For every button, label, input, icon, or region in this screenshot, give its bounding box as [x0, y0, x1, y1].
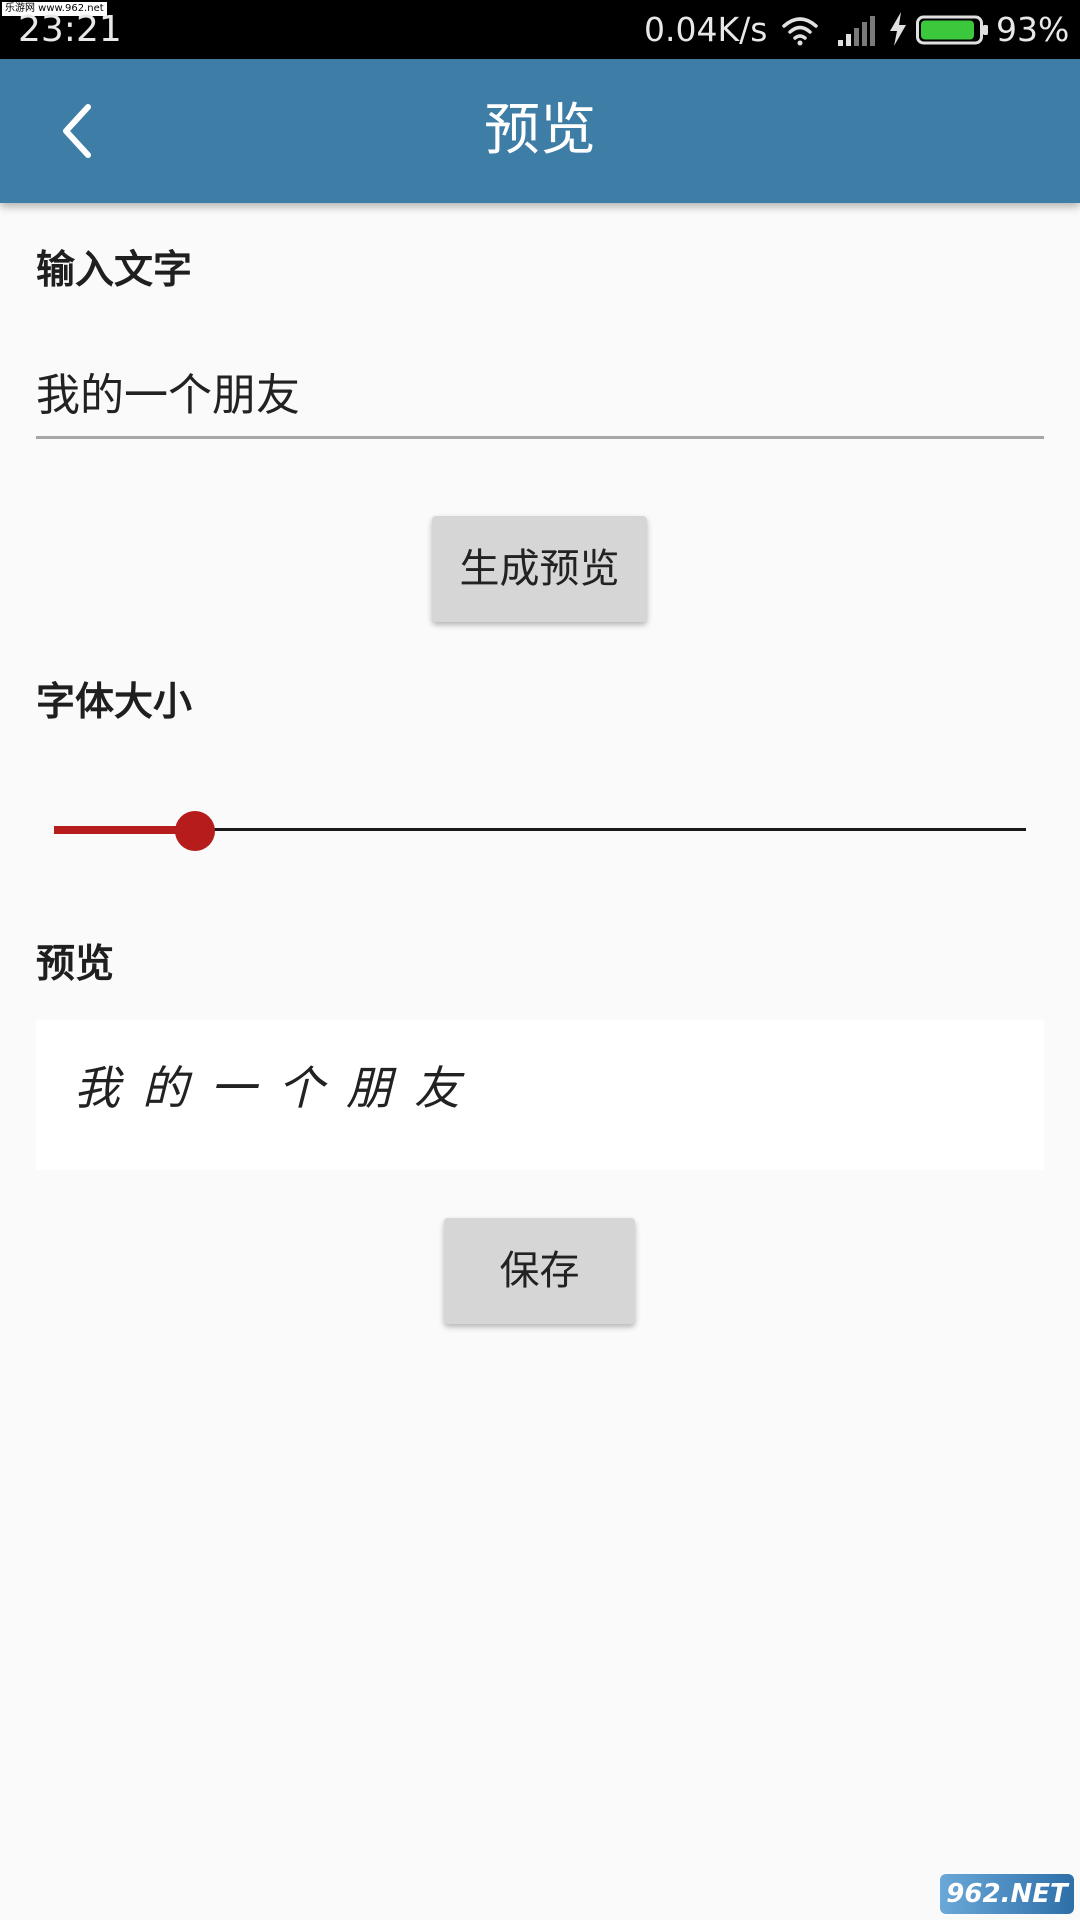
generate-preview-button[interactable]: 生成预览: [432, 516, 647, 622]
status-bar: 乐游网 www.962.net 23:21 0.04K/s 93%: [0, 0, 1080, 59]
preview-text: 我的一个朋友: [74, 1061, 482, 1115]
status-time: 23:21: [18, 9, 122, 50]
slider-fill: [54, 826, 195, 834]
back-button[interactable]: [36, 91, 116, 171]
battery-percent: 93%: [996, 10, 1070, 49]
save-button[interactable]: 保存: [444, 1218, 635, 1324]
page-title: 预览: [484, 98, 596, 163]
network-speed: 0.04K/s: [644, 10, 768, 49]
slider-thumb[interactable]: [175, 811, 215, 851]
signal-icon: [838, 16, 875, 46]
font-size-label: 字体大小: [36, 680, 193, 725]
input-label: 输入文字: [36, 248, 193, 293]
screen: 乐游网 www.962.net 23:21 0.04K/s 93% 预览 输入文…: [0, 0, 1080, 1920]
app-bar: 预览: [0, 59, 1080, 203]
font-size-slider[interactable]: [54, 802, 1026, 858]
preview-box: 我的一个朋友: [36, 1020, 1044, 1170]
watermark-logo: 962.NET 乐游网: [940, 1874, 1074, 1920]
wifi-icon: [782, 17, 818, 46]
text-input[interactable]: [36, 345, 1044, 439]
chevron-left-icon: [63, 104, 91, 158]
preview-label: 预览: [36, 942, 115, 987]
charging-icon: [890, 12, 906, 46]
battery-icon: [916, 15, 988, 45]
